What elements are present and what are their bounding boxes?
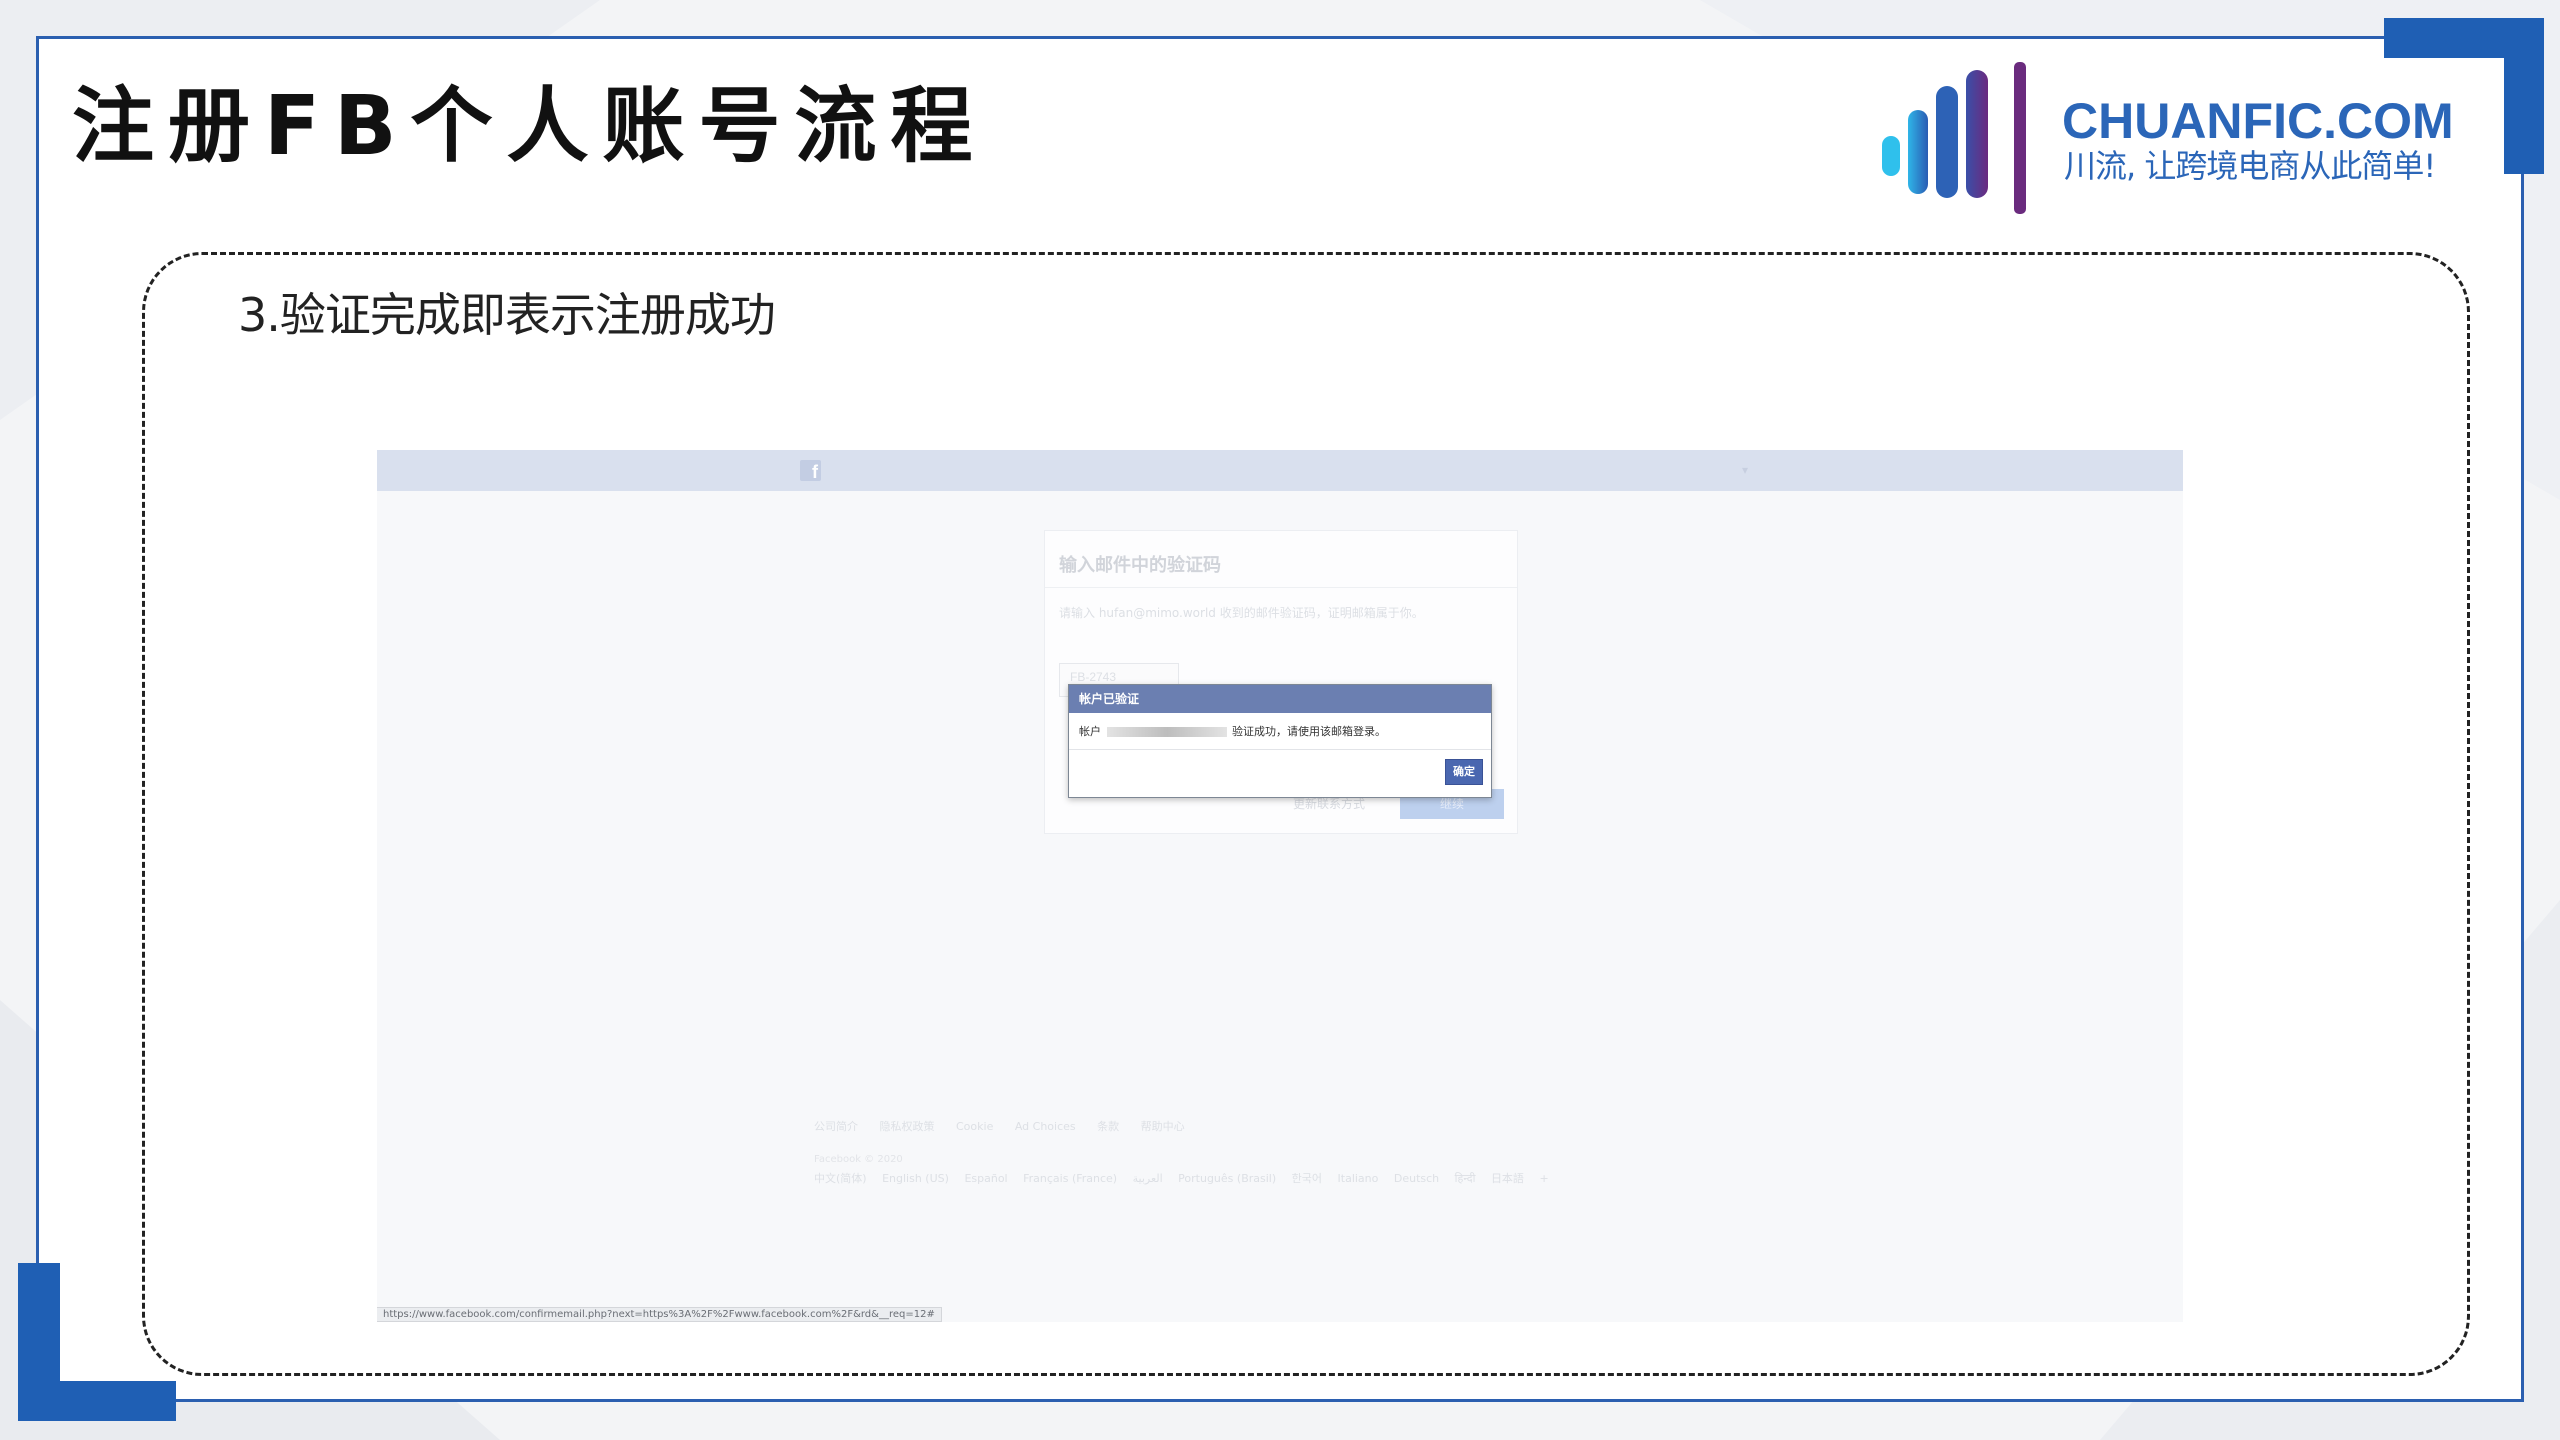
language-link[interactable]: 日本語 bbox=[1491, 1172, 1524, 1185]
chevron-down-icon[interactable]: ▾ bbox=[1742, 463, 1748, 477]
facebook-icon[interactable]: f bbox=[800, 460, 821, 482]
redacted-email bbox=[1106, 727, 1227, 737]
dialog-message: 帐户 验证成功，请使用该邮箱登录。 bbox=[1079, 723, 1386, 739]
language-link[interactable]: Français (France) bbox=[1023, 1172, 1117, 1185]
language-link[interactable]: 中文(简体) bbox=[814, 1172, 867, 1185]
dialog-message-prefix: 帐户 bbox=[1079, 725, 1101, 738]
account-verified-dialog: 帐户已验证 帐户 验证成功，请使用该邮箱登录。 确定 bbox=[1068, 684, 1492, 798]
bar-chart-logo-icon bbox=[1882, 62, 2026, 214]
card-description: 请输入 hufan@mimo.world 收到的邮件验证码，证明邮箱属于你。 bbox=[1059, 606, 1424, 620]
dialog-message-suffix: 验证成功，请使用该邮箱登录。 bbox=[1232, 725, 1386, 738]
footer-copyright: Facebook © 2020 bbox=[814, 1154, 903, 1165]
footer-link[interactable]: 帮助中心 bbox=[1141, 1120, 1185, 1133]
language-link[interactable]: हिन्दी bbox=[1455, 1172, 1476, 1185]
language-link[interactable]: العربية bbox=[1133, 1172, 1163, 1185]
browser-status-url: https://www.facebook.com/confirmemail.ph… bbox=[377, 1307, 942, 1322]
language-link[interactable]: Português (Brasil) bbox=[1178, 1172, 1276, 1185]
footer-link[interactable]: 公司简介 bbox=[814, 1120, 858, 1133]
footer-languages: 中文(简体) English (US) Español Français (Fr… bbox=[814, 1170, 1561, 1186]
brand-name: CHUANFIC.COM bbox=[2062, 93, 2454, 149]
footer-link[interactable]: 条款 bbox=[1097, 1120, 1119, 1133]
dialog-divider bbox=[1069, 749, 1491, 750]
corner-accent-top-right-vertical bbox=[2504, 18, 2544, 174]
more-languages-button[interactable]: + bbox=[1539, 1172, 1548, 1185]
page-title: 注册FB个人账号流程 bbox=[72, 79, 987, 174]
footer-links: 公司简介 隐私权政策 Cookie Ad Choices 条款 帮助中心 bbox=[814, 1118, 1203, 1134]
card-title: 输入邮件中的验证码 bbox=[1059, 555, 1221, 576]
language-link[interactable]: English (US) bbox=[882, 1172, 949, 1185]
language-link[interactable]: Italiano bbox=[1338, 1172, 1379, 1185]
footer-link[interactable]: 隐私权政策 bbox=[880, 1120, 935, 1133]
corner-accent-bottom-left-horizontal bbox=[18, 1381, 176, 1421]
card-divider bbox=[1045, 587, 1517, 588]
confirm-button[interactable]: 确定 bbox=[1445, 759, 1483, 785]
brand-slogan: 川流, 让跨境电商从此简单! bbox=[2064, 147, 2436, 185]
fb-topbar: f ▾ bbox=[377, 450, 2183, 491]
step-caption: 3.验证完成即表示注册成功 bbox=[238, 288, 776, 342]
facebook-screenshot: f ▾ 输入邮件中的验证码 请输入 hufan@mimo.world 收到的邮件… bbox=[377, 450, 2183, 1322]
language-link[interactable]: Español bbox=[964, 1172, 1007, 1185]
language-link[interactable]: 한국어 bbox=[1292, 1172, 1322, 1185]
footer-link[interactable]: Ad Choices bbox=[1015, 1120, 1076, 1133]
dialog-title: 帐户已验证 bbox=[1069, 685, 1491, 713]
footer-link[interactable]: Cookie bbox=[956, 1120, 993, 1133]
language-link[interactable]: Deutsch bbox=[1394, 1172, 1439, 1185]
